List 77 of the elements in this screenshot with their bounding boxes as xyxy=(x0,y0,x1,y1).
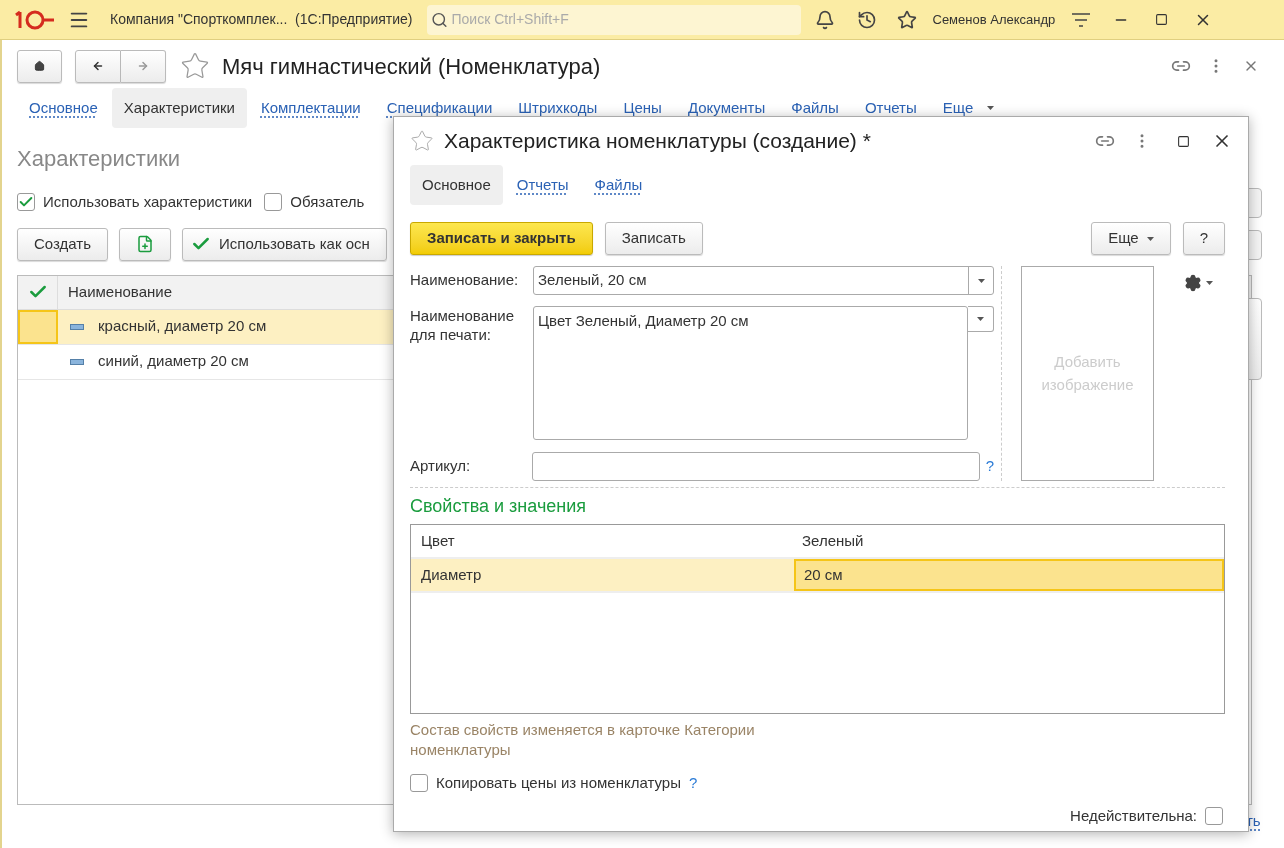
tab[interactable]: Файлы xyxy=(582,165,655,205)
tab[interactable]: Документы xyxy=(675,88,778,128)
gear-icon[interactable] xyxy=(1184,274,1202,292)
print-name-field[interactable]: Цвет Зеленый, Диаметр 20 см xyxy=(533,306,968,440)
tab[interactable]: Спецификации xyxy=(374,88,505,128)
table-cell-text: синий, диаметр 20 см xyxy=(98,351,249,372)
section-title: Характеристики xyxy=(17,145,181,173)
tab[interactable]: Файлы xyxy=(779,88,851,128)
form-title: Мяч гимнастический (Номенклатура) xyxy=(222,52,601,81)
properties-title: Свойства и значения xyxy=(410,495,587,518)
note-text: Состав свойств изменяется в карточке Категории номенклатуры xyxy=(410,720,756,760)
save-and-close-button[interactable]: Записать и закрыть xyxy=(410,222,593,255)
settings-menu-icon[interactable] xyxy=(1071,11,1092,28)
item-icon xyxy=(70,358,84,365)
caret-icon xyxy=(1206,281,1213,285)
tab[interactable]: Цены xyxy=(611,88,674,128)
article-field[interactable] xyxy=(531,452,980,481)
star-icon[interactable] xyxy=(896,9,917,30)
file-plus-icon xyxy=(136,235,154,253)
field-label: Артикул: xyxy=(410,456,472,477)
tab[interactable]: Основное xyxy=(410,165,503,205)
checkbox[interactable] xyxy=(17,193,35,212)
tab[interactable]: Основное xyxy=(17,88,110,128)
caret-icon xyxy=(1146,236,1154,241)
item-icon xyxy=(70,323,84,330)
favorite-star-icon[interactable] xyxy=(410,129,434,153)
table-row[interactable]: Диаметр 20 см xyxy=(411,559,1224,593)
tab[interactable]: Штрихкоды xyxy=(506,88,610,128)
tab[interactable]: Отчеты xyxy=(504,165,581,205)
logo-icon xyxy=(14,8,56,31)
table-cell-text: красный, диаметр 20 см xyxy=(98,316,267,337)
save-button[interactable]: Записать xyxy=(604,222,703,255)
checkbox-label: Копировать цены из номенклатуры xyxy=(436,773,681,793)
history-icon[interactable] xyxy=(856,9,877,30)
add-file-button[interactable] xyxy=(119,227,171,261)
tab[interactable]: Комплектации xyxy=(248,88,373,128)
checkbox[interactable] xyxy=(264,193,283,212)
checkbox[interactable] xyxy=(410,774,428,793)
home-button[interactable] xyxy=(17,49,62,83)
table-cell-text: Цвет xyxy=(420,530,456,551)
table-cell: 20 см xyxy=(794,559,1224,591)
dropdown-button[interactable] xyxy=(968,306,994,332)
app-title: Компания "Спорткомплек... (1С:Предприятие) xyxy=(110,10,413,29)
checkbox[interactable] xyxy=(1205,806,1223,825)
create-button[interactable]: Создать xyxy=(17,227,108,261)
field-label: Наименование для печати: xyxy=(410,306,515,345)
use-as-main-button[interactable]: Использовать как осн xyxy=(182,227,387,261)
tab[interactable]: Отчеты xyxy=(852,88,929,128)
search-field[interactable]: Поиск Ctrl+Shift+F xyxy=(426,4,801,35)
tab[interactable]: Характеристики xyxy=(111,88,247,128)
table-cell-text: Диаметр xyxy=(420,564,483,585)
more-button[interactable]: Еще xyxy=(1091,222,1171,255)
field-value: Зеленый, 20 см xyxy=(537,270,648,291)
tab[interactable]: Еще xyxy=(930,88,986,128)
field-label: Наименование: xyxy=(410,270,520,291)
home-icon xyxy=(34,58,45,74)
dropdown-caret-icon xyxy=(977,278,985,283)
maximize-icon[interactable] xyxy=(1177,134,1190,148)
tabs-caret-icon xyxy=(987,106,995,110)
help-link[interactable]: ? xyxy=(688,772,698,795)
checkbox-label: Недействительна: xyxy=(1070,805,1197,826)
search-input[interactable]: Поиск Ctrl+Shift+F xyxy=(451,9,797,30)
field-value: Цвет Зеленый, Диаметр 20 см xyxy=(538,312,749,329)
dropdown-caret-icon xyxy=(977,317,984,321)
table-cell-text: Зеленый xyxy=(801,530,865,551)
user-name[interactable]: Семенов Александр xyxy=(932,9,1056,30)
maximize-icon[interactable] xyxy=(1155,13,1169,26)
checkbox-label: Обязатель xyxy=(290,192,365,212)
help-link[interactable]: ? xyxy=(985,455,994,478)
name-field[interactable]: Зеленый, 20 см xyxy=(533,266,994,295)
column-header[interactable]: Наименование xyxy=(58,280,172,304)
dialog-title: Характеристика номенклатуры (создание) * xyxy=(444,128,871,155)
favorite-star-icon[interactable] xyxy=(180,51,210,81)
bell-icon[interactable] xyxy=(814,9,835,30)
search-icon xyxy=(430,10,448,29)
checkbox-label: Использовать характеристики xyxy=(43,192,253,212)
help-button[interactable]: ? xyxy=(1182,222,1225,255)
